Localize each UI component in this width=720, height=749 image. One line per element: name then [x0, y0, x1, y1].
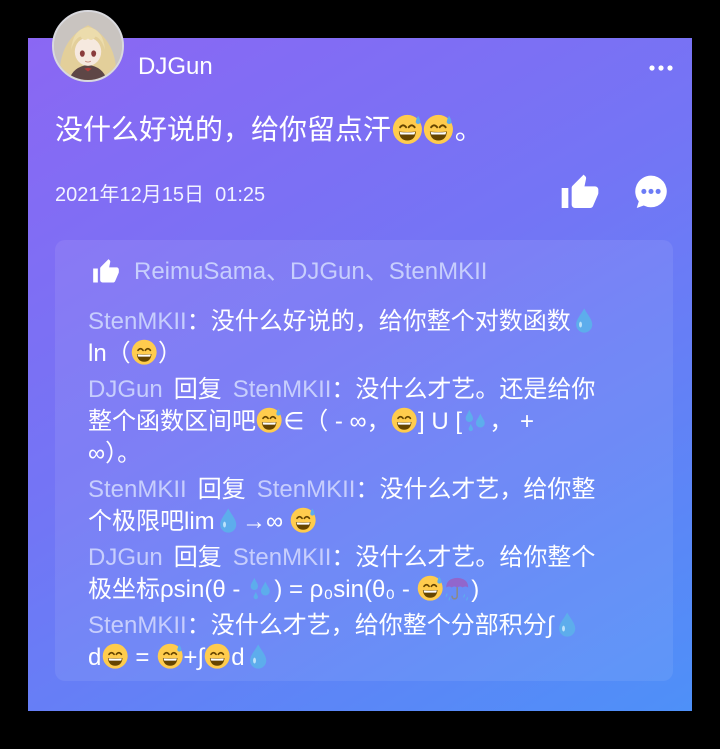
comment-text: 没什么才艺，给你整 — [379, 476, 596, 503]
comment-author[interactable]: DJGun — [88, 376, 163, 403]
grin-emoji: 😄 — [391, 407, 417, 434]
comment-line: ∞）。 — [88, 438, 665, 470]
sweat-smile-emoji: 😅 — [417, 575, 443, 602]
comment-colon: ： — [331, 544, 356, 571]
comment-line: StenMKII：没什么好说的，给你整个对数函数💧 — [88, 306, 665, 338]
sweat-smile-emoji: 😅 — [290, 507, 316, 534]
avatar[interactable] — [52, 10, 124, 82]
comment-text: 没什么才艺。给你整个 — [355, 544, 596, 571]
comment-colon: ： — [186, 308, 211, 335]
comment-author[interactable]: StenMKII — [88, 612, 187, 639]
comment-text: d😄 = 😅+∫😄d💧 — [88, 644, 272, 671]
comment-bubble-icon — [635, 175, 667, 209]
comment-text: 没什么好说的，给你整个对数函数💧 — [211, 308, 598, 335]
grin-emoji: 😄 — [102, 643, 128, 670]
sweat-droplets-emoji: 💦 — [247, 575, 273, 601]
grin-emoji: 😄 — [131, 339, 157, 366]
comment-text: 极坐标ρsin(θ - 💦) = ρ₀sin(θ₀ - 😅☔) — [88, 575, 480, 603]
reply-label: 回复 — [173, 544, 222, 571]
comment[interactable]: StenMKII：没什么才艺，给你整个分部积分∫💧 d😄 = 😅+∫😄d💧 — [88, 610, 665, 674]
likes-names[interactable]: ReimuSama、DJGun、StenMKII — [134, 256, 487, 288]
sweat-smile-emoji: 😅 — [392, 114, 423, 145]
sweat-droplets-emoji: 💦 — [462, 407, 488, 433]
comment-line: 极坐标ρsin(θ - 💦) = ρ₀sin(θ₀ - 😅☔) — [88, 574, 665, 606]
comment-line: StenMKII 回复 StenMKII：没什么才艺，给你整 — [88, 474, 665, 506]
comment-line: DJGun 回复 StenMKII：没什么才艺。给你整个 — [88, 542, 665, 574]
comment-line: StenMKII：没什么才艺，给你整个分部积分∫💧 — [88, 610, 665, 642]
post-date: 2021年12月15日 01:25 — [55, 184, 266, 206]
comment-author[interactable]: StenMKII — [88, 308, 187, 335]
post-card: DJGun 没什么好说的，给你留点汗😅😅。 2021年12月15日 01:25 — [28, 38, 692, 711]
reply-label: 回复 — [173, 376, 222, 403]
screen: DJGun 没什么好说的，给你留点汗😅😅。 2021年12月15日 01:25 — [0, 0, 720, 749]
comment-author[interactable]: StenMKII — [88, 476, 187, 503]
comment-line: DJGun 回复 StenMKII：没什么才艺。还是给你 — [88, 374, 665, 406]
comment-button[interactable] — [632, 174, 670, 212]
comment-text: 整个函数区间吧😅∈（ - ∞，😄] U [💦， + — [88, 407, 535, 435]
droplet-emoji: 💧 — [554, 611, 580, 638]
droplet-emoji: 💧 — [245, 643, 271, 670]
comment[interactable]: DJGun 回复 StenMKII：没什么才艺。还是给你 整个函数区间吧😅∈（ - … — [88, 374, 665, 470]
grin-emoji: 😄 — [204, 643, 231, 670]
comment[interactable]: StenMKII：没什么好说的，给你整个对数函数💧 ln（😄） — [88, 306, 665, 370]
comment-line: 个极限吧lim💧→∞ 😅 — [88, 506, 665, 538]
reply-to-user[interactable]: StenMKII — [233, 544, 332, 571]
comment-panel: ReimuSama、DJGun、StenMKII StenMKII：没什么好说的… — [55, 240, 673, 681]
avatar-image — [54, 12, 122, 80]
comment-text: 没什么才艺，给你整个分部积分∫💧 — [211, 612, 581, 639]
reply-to-user[interactable]: StenMKII — [257, 476, 356, 503]
comment[interactable]: DJGun 回复 StenMKII：没什么才艺。给你整个 极坐标ρsin(θ - 💦… — [88, 542, 665, 606]
comment-author[interactable]: DJGun — [88, 544, 163, 571]
thumbs-up-icon — [93, 259, 119, 283]
comment-text: 个极限吧lim💧→∞ 😅 — [88, 508, 317, 535]
more-dots-icon — [649, 65, 673, 71]
comment-line: ln（😄） — [88, 338, 665, 370]
comment-text: ∞）。 — [88, 440, 142, 467]
likes-thumbs-up-icon — [92, 258, 120, 286]
sweat-smile-emoji: 😅 — [423, 114, 454, 145]
droplet-emoji: 💧 — [215, 507, 241, 534]
thumbs-up-icon — [561, 174, 599, 208]
droplet-emoji: 💧 — [571, 307, 597, 334]
comment-colon: ： — [331, 376, 356, 403]
reply-label: 回复 — [197, 476, 246, 503]
comment-list: StenMKII：没什么好说的，给你整个对数函数💧 ln（😄） DJGun回复S… — [88, 306, 665, 678]
comment[interactable]: StenMKII回复StenMKII：没什么才艺，给你整 个极限吧lim💧→∞ … — [88, 474, 665, 538]
comment-text: ln（😄） — [88, 339, 183, 367]
author-name[interactable]: DJGun — [138, 52, 213, 82]
comment-colon: ： — [355, 476, 380, 503]
more-button[interactable] — [646, 60, 676, 76]
reply-to-user[interactable]: StenMKII — [233, 376, 332, 403]
comment-line: d😄 = 😅+∫😄d💧 — [88, 642, 665, 674]
sweat-smile-emoji: 😅 — [256, 407, 283, 434]
comment-line: 整个函数区间吧😅∈（ - ∞，😄] U [💦， + — [88, 406, 665, 438]
post-text: 没什么好说的，给你留点汗😅😅。 — [55, 114, 483, 145]
comment-colon: ： — [186, 612, 211, 639]
comment-text: 没什么才艺。还是给你 — [355, 376, 596, 403]
sweat-smile-emoji: 😅 — [157, 643, 183, 670]
umbrella-rain-emoji: ☔ — [444, 575, 470, 601]
like-button[interactable] — [560, 173, 600, 213]
